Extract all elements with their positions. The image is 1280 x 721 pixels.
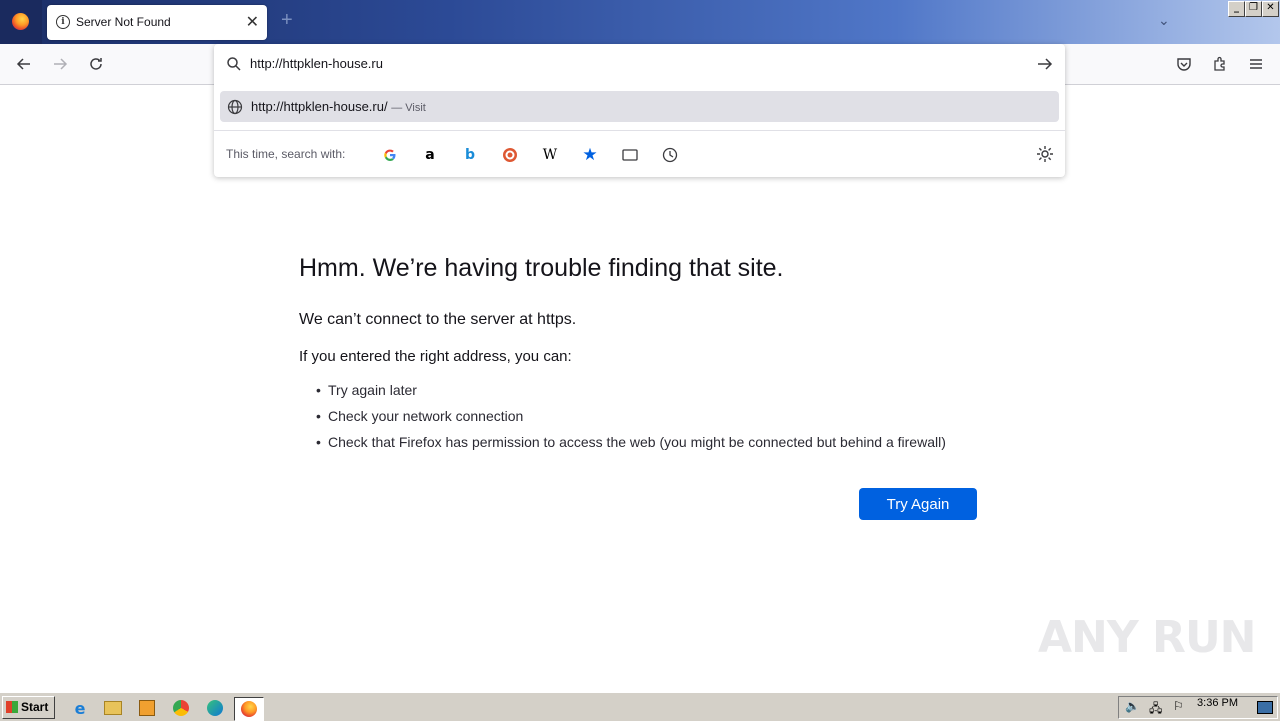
forward-icon[interactable] [48,52,72,76]
start-button[interactable]: Start [2,696,55,719]
chrome-icon[interactable] [169,697,193,719]
urlbar-dropdown: http://httpklen-house.ru http://httpklen… [214,44,1065,177]
app-menu-icon[interactable] [1244,52,1268,76]
start-label: Start [21,700,49,714]
tab-title: Server Not Found [76,15,171,29]
volume-icon[interactable]: 🔈 [1125,699,1140,713]
restore-button[interactable]: ❐ [1245,1,1262,17]
list-item: Check that Firefox has permission to acc… [299,432,946,458]
network-icon[interactable]: 🖧 [1149,699,1162,720]
go-arrow-icon[interactable] [1035,54,1055,74]
error-title: Hmm. We’re having trouble finding that s… [299,254,784,282]
error-description: We can’t connect to the server at https. [299,311,577,328]
folder-icon[interactable] [101,697,125,719]
reload-icon[interactable] [84,52,108,76]
suggestion-action: — Visit [391,102,426,114]
ie-icon[interactable]: e [68,697,92,719]
tabs-icon[interactable] [619,144,641,166]
error-subtitle: If you entered the right address, you ca… [299,348,572,365]
edge-icon[interactable] [203,697,227,719]
firefox-logo-icon [12,13,29,30]
suggestion-list: Try again later Check your network conne… [299,380,946,458]
suggestion-url: http://httpklen-house.ru/ [251,99,388,114]
clock: 3:36 PM [1197,697,1238,709]
bookmarks-icon[interactable]: ★ [579,144,601,166]
chevron-down-icon[interactable]: ⌄ [1158,12,1170,29]
history-icon[interactable] [659,144,681,166]
try-again-button[interactable]: Try Again [859,488,977,520]
firefox-taskbar-icon[interactable] [234,697,264,721]
extensions-icon[interactable] [1208,52,1232,76]
media-player-icon[interactable] [135,697,159,719]
windows-logo-icon [6,701,18,713]
bing-icon[interactable]: b [459,144,481,166]
desktop-icon[interactable] [1257,701,1273,714]
new-tab-icon[interactable]: + [281,9,293,32]
amazon-icon[interactable]: a [419,144,441,166]
close-window-button[interactable]: ✕ [1262,1,1279,17]
info-icon: i [56,15,70,29]
duckduckgo-icon[interactable] [499,144,521,166]
title-bar: i Server Not Found ✕ + ⌄ _ ❐ ✕ [0,0,1280,44]
url-input[interactable]: http://httpklen-house.ru [250,56,383,71]
search-with-label: This time, search with: [226,147,346,161]
one-off-search-bar: This time, search with: a b W ★ [214,130,1065,177]
list-item: Check your network connection [299,406,946,432]
anyrun-watermark: ANY RUN [1038,612,1256,663]
pocket-icon[interactable] [1172,52,1196,76]
back-icon[interactable] [12,52,36,76]
flag-icon[interactable]: ⚐ [1173,699,1184,713]
minimize-button[interactable]: _ [1228,1,1245,17]
google-icon[interactable] [379,144,401,166]
url-suggestion-row[interactable]: http://httpklen-house.ru/ — Visit [220,91,1059,122]
close-tab-icon[interactable]: ✕ [246,12,259,32]
gear-icon[interactable] [1035,144,1055,164]
firefox-menu-button[interactable] [0,0,42,44]
tab-server-not-found[interactable]: i Server Not Found ✕ [47,5,267,40]
list-item: Try again later [299,380,946,406]
taskbar: Start e 🔈 🖧 ⚐ 3:36 PM [0,692,1280,721]
search-icon [227,57,241,71]
wikipedia-icon[interactable]: W [539,144,561,166]
globe-icon [227,99,243,115]
